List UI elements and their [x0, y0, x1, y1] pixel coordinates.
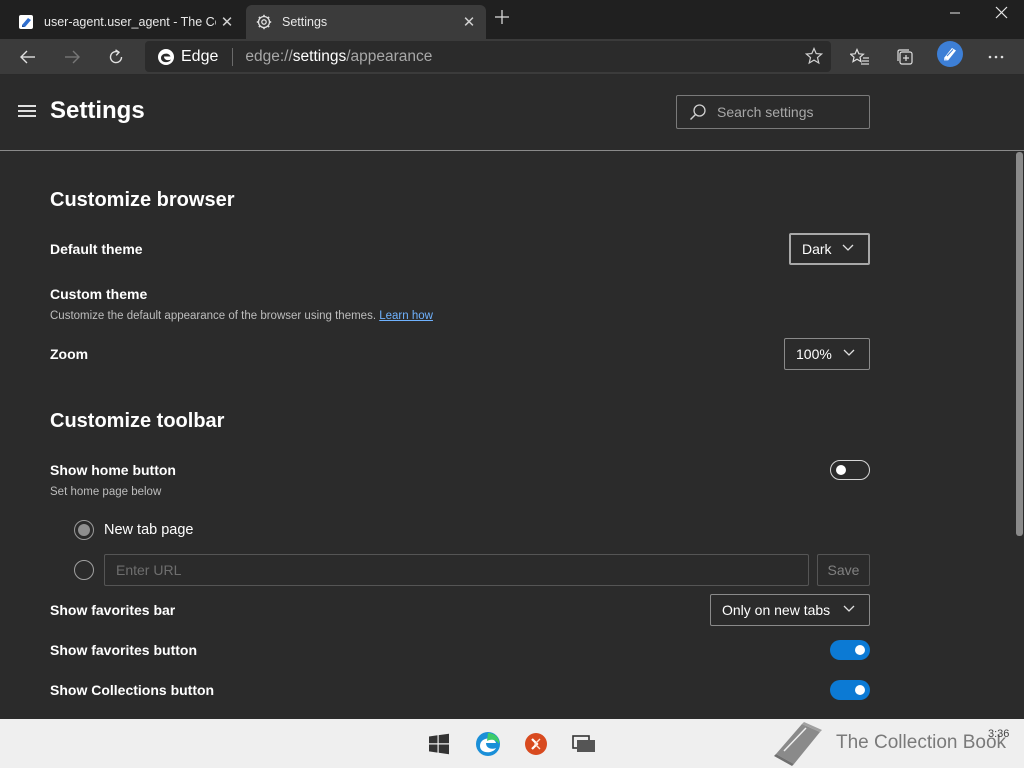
page-title: Settings	[50, 97, 145, 124]
chevron-down-icon	[843, 605, 855, 612]
windows-start-button[interactable]	[426, 731, 452, 757]
home-button-description: Set home page below	[50, 486, 162, 498]
watermark-text: The Collection Book	[836, 732, 1007, 753]
forward-arrow-icon	[65, 50, 80, 64]
zoom-value: 100%	[796, 346, 832, 362]
search-settings-box[interactable]	[676, 95, 870, 129]
forward-button[interactable]	[57, 43, 87, 71]
back-button[interactable]	[13, 43, 43, 71]
radio-dot	[78, 524, 90, 536]
home-url-input[interactable]	[104, 554, 809, 586]
browser-window: user-agent.user_agent - The Coll ✕ Setti…	[0, 0, 1024, 768]
refresh-button[interactable]	[101, 43, 131, 71]
collection-book-watermark: The Collection Book	[772, 720, 1012, 766]
show-collections-button-toggle[interactable]	[830, 680, 870, 700]
zoom-label: Zoom	[50, 346, 89, 362]
add-favorite-star-icon[interactable]	[804, 46, 824, 70]
section-title-customize-browser: Customize browser	[50, 189, 235, 211]
custom-url-radio[interactable]	[74, 560, 94, 580]
back-arrow-icon	[20, 50, 35, 64]
tab-strip: user-agent.user_agent - The Coll ✕ Setti…	[0, 0, 1024, 39]
show-collections-button-label: Show Collections button	[50, 682, 215, 698]
close-icon[interactable]: ✕	[458, 13, 480, 31]
url-host: settings	[292, 47, 347, 65]
show-favorites-button-label: Show favorites button	[50, 642, 197, 658]
collection-book-icon	[944, 48, 956, 61]
close-icon	[995, 6, 1007, 19]
minimize-icon	[950, 12, 960, 14]
search-icon	[690, 104, 706, 120]
remote-app-taskbar-button[interactable]	[523, 731, 549, 757]
settings-content: Customize browser Default theme Dark Cus…	[0, 152, 1014, 719]
custom-theme-description: Customize the default appearance of the …	[50, 310, 433, 322]
favorites-button[interactable]	[845, 43, 875, 71]
profile-avatar[interactable]	[937, 41, 963, 67]
zoom-dropdown[interactable]: 100%	[784, 338, 870, 370]
new-tab-page-label: New tab page	[104, 522, 194, 538]
refresh-icon	[109, 49, 123, 64]
system-clock: 3:36	[988, 728, 1010, 740]
toggle-knob	[855, 685, 865, 695]
address-bar[interactable]: Edge edge://settings/appearance	[145, 41, 831, 72]
favorites-bar-value: Only on new tabs	[722, 602, 831, 618]
chevron-down-icon	[842, 244, 854, 251]
book-logo-icon	[774, 722, 822, 766]
browser-toolbar: Edge edge://settings/appearance	[0, 39, 1024, 75]
toggle-knob	[855, 645, 865, 655]
edge-taskbar-button[interactable]	[475, 731, 501, 757]
chevron-down-icon	[843, 349, 855, 356]
settings-header: Settings	[0, 75, 1024, 151]
toggle-knob	[836, 465, 846, 475]
windows-logo-icon	[429, 733, 449, 755]
minimize-button[interactable]	[932, 0, 978, 32]
collections-button[interactable]	[890, 43, 920, 71]
close-window-button[interactable]	[978, 0, 1024, 32]
search-input[interactable]	[717, 104, 857, 120]
address-divider	[232, 47, 234, 66]
content-scrollbar[interactable]	[1014, 152, 1024, 719]
default-theme-label: Default theme	[50, 241, 143, 257]
default-theme-dropdown[interactable]: Dark	[789, 233, 870, 265]
url-scheme: edge://	[245, 47, 293, 65]
save-url-button[interactable]: Save	[817, 554, 870, 586]
tab-settings[interactable]: Settings ✕	[246, 5, 486, 39]
custom-theme-desc-text: Customize the default appearance of the …	[50, 310, 377, 322]
task-view-icon	[572, 735, 595, 752]
scrollbar-thumb[interactable]	[1016, 152, 1023, 536]
more-dots-icon	[988, 55, 1004, 59]
collections-icon	[897, 49, 913, 65]
task-view-button[interactable]	[571, 731, 597, 757]
show-favorites-bar-label: Show favorites bar	[50, 602, 176, 618]
new-tab-page-radio[interactable]	[74, 520, 94, 540]
learn-how-link[interactable]: Learn how	[379, 310, 433, 322]
collection-book-icon	[18, 14, 34, 30]
edge-logo-icon	[158, 48, 174, 65]
show-favorites-button-toggle[interactable]	[830, 640, 870, 660]
close-icon[interactable]: ✕	[216, 13, 238, 31]
gear-icon	[256, 14, 272, 30]
plus-icon	[495, 10, 509, 24]
tab-title: Settings	[282, 15, 328, 29]
edge-logo-icon	[476, 732, 500, 756]
more-menu-button[interactable]	[981, 43, 1011, 71]
url-path: /appearance	[346, 47, 433, 65]
show-home-button-label: Show home button	[50, 462, 176, 478]
show-home-button-toggle[interactable]	[830, 460, 870, 480]
custom-theme-label: Custom theme	[50, 286, 148, 302]
new-tab-button[interactable]	[490, 8, 514, 32]
tab-title: user-agent.user_agent - The Coll	[44, 15, 216, 29]
url-text[interactable]: edge://settings/appearance	[245, 48, 432, 66]
remote-desktop-icon	[525, 733, 547, 755]
edge-brand-label: Edge	[181, 47, 219, 65]
favorites-star-list-icon	[850, 48, 869, 65]
favorites-bar-dropdown[interactable]: Only on new tabs	[710, 594, 870, 626]
hamburger-menu-icon[interactable]	[18, 105, 36, 119]
tab-collection-book[interactable]: user-agent.user_agent - The Coll ✕	[8, 5, 244, 39]
section-title-customize-toolbar: Customize toolbar	[50, 410, 225, 432]
default-theme-value: Dark	[802, 241, 832, 257]
